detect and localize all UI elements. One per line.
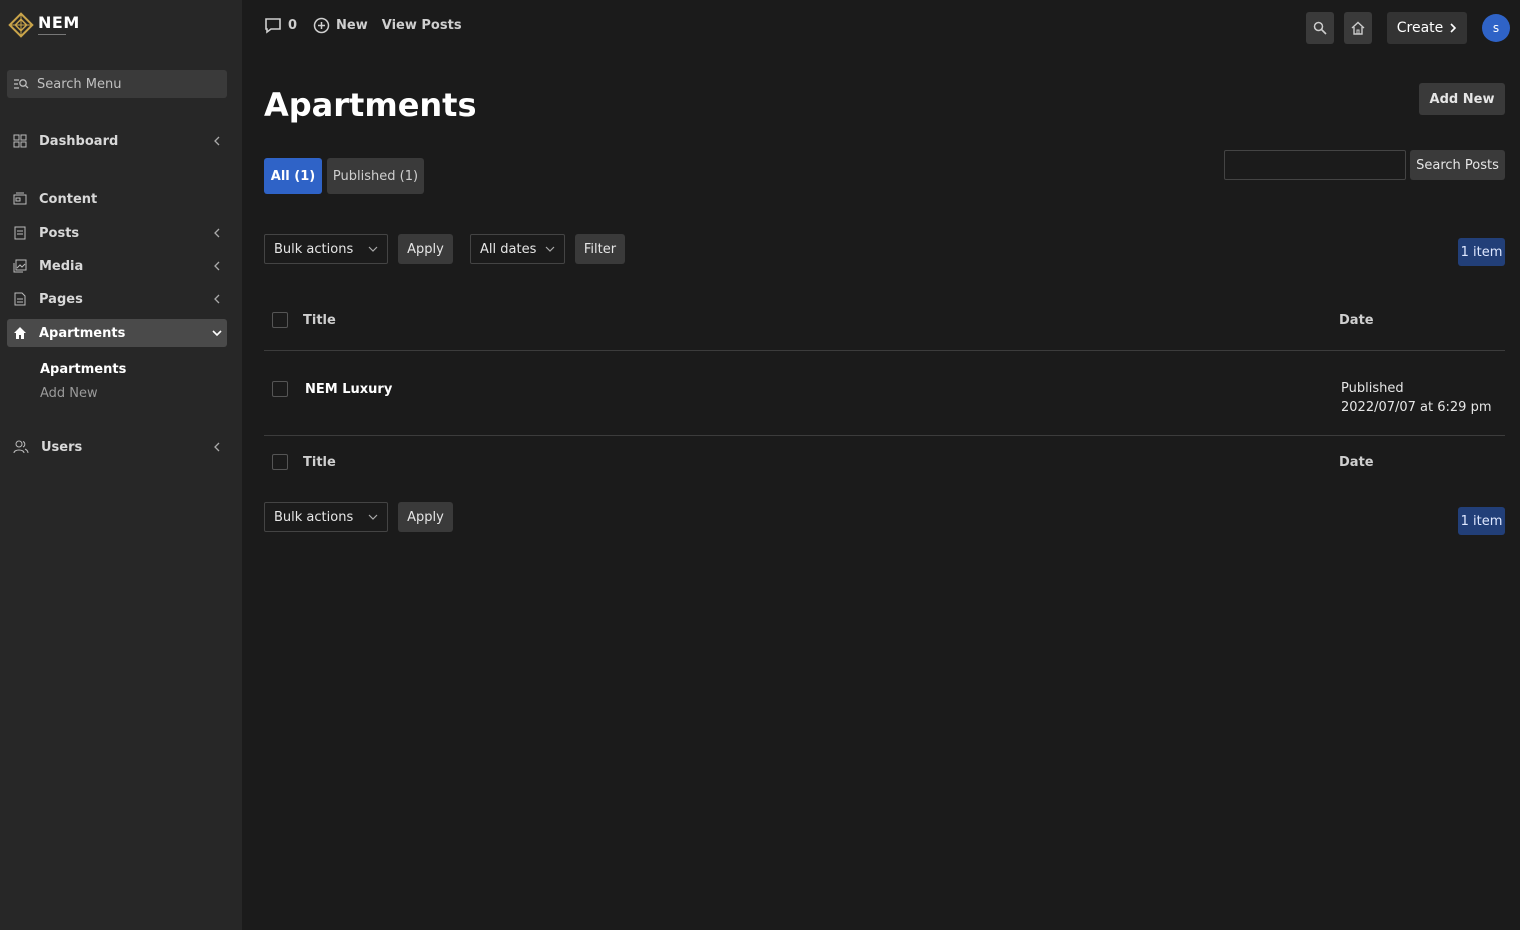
sidebar-item-apartments[interactable]: Apartments	[7, 319, 227, 347]
search-menu-input[interactable]: Search Menu	[7, 70, 227, 98]
table-divider	[264, 435, 1505, 436]
bulk-actions-select-bottom[interactable]: Bulk actions	[264, 502, 388, 532]
sidebar-item-content[interactable]: Content	[7, 185, 227, 213]
item-count-badge: 1 item	[1458, 238, 1505, 266]
plus-circle-icon	[313, 17, 330, 34]
select-all-checkbox[interactable]	[272, 312, 288, 328]
sidebar-item-label: Users	[41, 439, 83, 455]
pages-icon	[14, 292, 26, 306]
row-title-link[interactable]: NEM Luxury	[305, 382, 392, 397]
search-posts-input[interactable]	[1224, 150, 1406, 180]
admin-toolbar: 0 New View Posts	[264, 17, 462, 34]
logo[interactable]: NEM	[8, 12, 80, 38]
item-count-badge-bottom: 1 item	[1458, 507, 1505, 535]
search-menu-placeholder: Search Menu	[37, 76, 122, 92]
page-title: Apartments	[264, 86, 477, 124]
new-label: New	[336, 18, 368, 33]
column-header-date[interactable]: Date	[1339, 313, 1374, 328]
search-posts-button[interactable]: Search Posts	[1410, 150, 1505, 180]
view-posts-link[interactable]: View Posts	[382, 18, 462, 33]
new-content-link[interactable]: New	[313, 17, 368, 34]
comments-link[interactable]: 0	[264, 17, 297, 34]
comment-icon	[265, 18, 281, 34]
sidebar-subitem-apartments[interactable]: Apartments	[40, 362, 126, 377]
sidebar-item-users[interactable]: Users	[7, 433, 227, 461]
bulk-actions-select[interactable]: Bulk actions	[264, 234, 388, 264]
chevron-left-icon	[207, 136, 227, 146]
bulk-actions-value: Bulk actions	[274, 509, 354, 525]
filter-button[interactable]: Filter	[575, 234, 625, 264]
chevron-left-icon	[207, 442, 227, 452]
sidebar-item-label: Pages	[39, 291, 83, 307]
column-header-title[interactable]: Title	[303, 313, 336, 328]
chevron-down-icon	[368, 246, 378, 252]
chevron-left-icon	[207, 294, 227, 304]
chevron-down-icon	[545, 246, 555, 252]
column-footer-title[interactable]: Title	[303, 455, 336, 470]
create-button[interactable]: Create	[1387, 12, 1467, 44]
comments-count: 0	[288, 18, 298, 33]
sidebar-item-label: Apartments	[39, 325, 126, 341]
dashboard-icon	[13, 134, 27, 148]
tab-all[interactable]: All (1)	[264, 158, 322, 194]
select-all-checkbox-footer[interactable]	[272, 454, 288, 470]
sidebar-item-media[interactable]: Media	[7, 252, 227, 280]
avatar[interactable]: s	[1482, 14, 1510, 42]
search-button[interactable]	[1306, 12, 1334, 44]
apply-button[interactable]: Apply	[398, 234, 453, 264]
content-icon	[13, 192, 27, 205]
home-button[interactable]	[1344, 12, 1372, 44]
row-checkbox[interactable]	[272, 381, 288, 397]
sidebar-item-pages[interactable]: Pages	[7, 285, 227, 313]
bulk-actions-value: Bulk actions	[274, 241, 354, 257]
sidebar-item-label: Posts	[39, 225, 80, 241]
row-status: Published	[1341, 381, 1404, 396]
sidebar-item-dashboard[interactable]: Dashboard	[7, 127, 227, 155]
users-icon	[13, 440, 29, 454]
logo-diamond-icon	[8, 12, 34, 38]
posts-icon	[14, 226, 26, 240]
apply-button-bottom[interactable]: Apply	[398, 502, 453, 532]
chevron-right-icon	[1450, 23, 1457, 33]
logo-text: NEM	[38, 13, 80, 32]
chevron-down-icon	[368, 514, 378, 520]
home-icon	[14, 327, 26, 339]
row-date: 2022/07/07 at 6:29 pm	[1341, 400, 1492, 415]
column-footer-date[interactable]: Date	[1339, 455, 1374, 470]
search-icon	[1313, 21, 1327, 35]
chevron-left-icon	[207, 261, 227, 271]
sidebar-item-label: Dashboard	[39, 133, 119, 149]
tab-published[interactable]: Published (1)	[327, 158, 424, 194]
sidebar-item-posts[interactable]: Posts	[7, 219, 227, 247]
media-icon	[13, 259, 27, 273]
add-new-button[interactable]: Add New	[1419, 83, 1505, 115]
sidebar-subitem-add-new[interactable]: Add New	[40, 386, 98, 401]
sidebar: NEM Search Menu Dashboard Content Posts …	[0, 0, 242, 930]
search-menu-icon	[14, 79, 29, 89]
table-divider	[264, 350, 1505, 351]
sidebar-item-label: Content	[39, 191, 98, 207]
date-filter-select[interactable]: All dates	[470, 234, 565, 264]
create-label: Create	[1396, 20, 1444, 36]
sidebar-item-label: Media	[39, 258, 84, 274]
date-filter-value: All dates	[480, 241, 537, 257]
chevron-down-icon	[207, 329, 227, 337]
chevron-left-icon	[207, 228, 227, 238]
home-outline-icon	[1351, 21, 1365, 35]
